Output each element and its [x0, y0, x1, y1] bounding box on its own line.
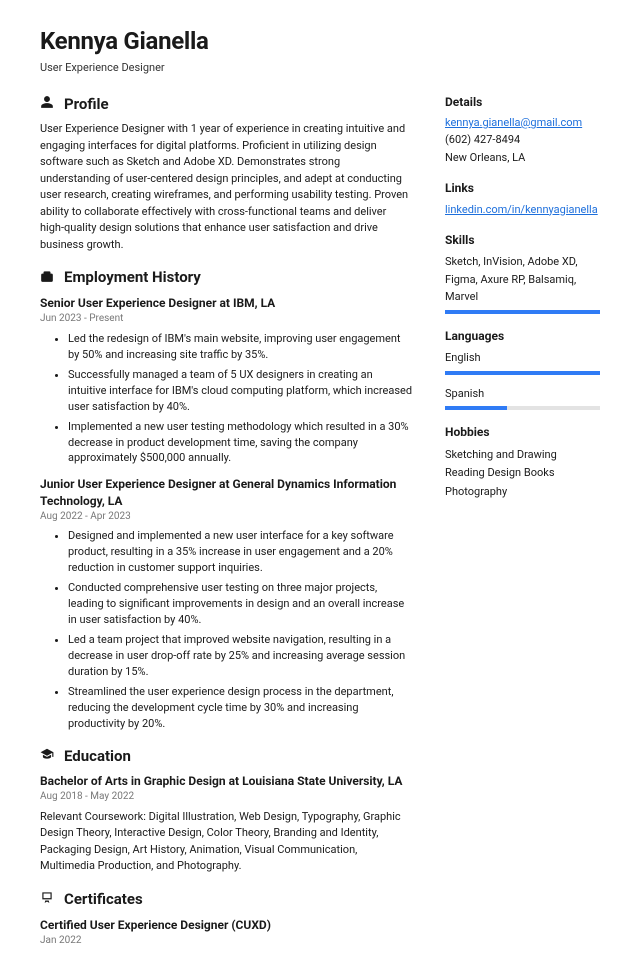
- job-dates: Jun 2023 - Present: [40, 312, 413, 327]
- profile-text: User Experience Designer with 1 year of …: [40, 121, 413, 253]
- job-title: Junior User Experience Designer at Gener…: [40, 476, 413, 508]
- degree-title: Bachelor of Arts in Graphic Design at Lo…: [40, 773, 413, 789]
- language-bar-fill: [445, 406, 507, 410]
- skills-heading: Skills: [445, 232, 600, 249]
- language-bar: [445, 371, 600, 375]
- education-heading: Education: [64, 746, 131, 768]
- person-name: Kennya Gianella: [40, 24, 600, 59]
- details-section: Details kennya.gianella@gmail.com (602) …: [445, 94, 600, 167]
- degree-dates: Aug 2018 - May 2022: [40, 790, 413, 805]
- languages-section: Languages English Spanish: [445, 328, 600, 411]
- job-bullet: Implemented a new user testing methodolo…: [68, 419, 413, 467]
- email-link[interactable]: kennya.gianella@gmail.com: [445, 116, 582, 129]
- certificate-dates: Jan 2022: [40, 934, 413, 949]
- languages-heading: Languages: [445, 328, 600, 345]
- phone-text: (602) 427-8494: [445, 131, 600, 149]
- language-bar-fill: [445, 371, 600, 375]
- language-bar: [445, 406, 600, 410]
- profile-heading: Profile: [64, 94, 109, 116]
- language-item: Spanish: [445, 385, 600, 411]
- hobby-item: Photography: [445, 483, 600, 502]
- certificate-name: Certified User Experience Designer (CUXD…: [40, 917, 413, 933]
- job-dates: Aug 2022 - Apr 2023: [40, 510, 413, 525]
- skills-text: Sketch, InVision, Adobe XD, Figma, Axure…: [445, 253, 600, 306]
- job-bullet: Designed and implemented a new user inte…: [68, 528, 413, 576]
- person-title: User Experience Designer: [40, 60, 600, 76]
- skills-bar: [445, 310, 600, 314]
- certificate-icon: [40, 890, 54, 909]
- language-name: English: [445, 349, 600, 367]
- graduation-cap-icon: [40, 747, 54, 766]
- certificates-heading: Certificates: [64, 889, 143, 911]
- hobbies-section: Hobbies Sketching and DrawingReading Des…: [445, 424, 600, 501]
- job-bullet: Led the redesign of IBM's main website, …: [68, 331, 413, 363]
- job-entry: Senior User Experience Designer at IBM, …: [40, 295, 413, 466]
- details-heading: Details: [445, 94, 600, 111]
- job-bullet: Conducted comprehensive user testing on …: [68, 580, 413, 628]
- job-bullets: Designed and implemented a new user inte…: [40, 528, 413, 731]
- linkedin-link[interactable]: linkedin.com/in/kennyagianella: [445, 203, 598, 216]
- employment-heading: Employment History: [64, 267, 201, 289]
- hobby-item: Reading Design Books: [445, 464, 600, 483]
- hobbies-heading: Hobbies: [445, 424, 600, 441]
- hobby-item: Sketching and Drawing: [445, 446, 600, 465]
- job-title: Senior User Experience Designer at IBM, …: [40, 295, 413, 311]
- language-item: English: [445, 349, 600, 375]
- job-entry: Junior User Experience Designer at Gener…: [40, 476, 413, 731]
- job-bullet: Led a team project that improved website…: [68, 632, 413, 680]
- degree-desc: Relevant Coursework: Digital Illustratio…: [40, 809, 413, 875]
- briefcase-icon: [40, 269, 54, 288]
- employment-section: Employment History Senior User Experienc…: [40, 267, 413, 731]
- links-heading: Links: [445, 180, 600, 197]
- job-bullet: Successfully managed a team of 5 UX desi…: [68, 367, 413, 415]
- skills-section: Skills Sketch, InVision, Adobe XD, Figma…: [445, 232, 600, 314]
- job-bullets: Led the redesign of IBM's main website, …: [40, 331, 413, 467]
- skills-bar-fill: [445, 310, 600, 314]
- person-icon: [40, 95, 54, 114]
- language-name: Spanish: [445, 385, 600, 403]
- profile-section: Profile User Experience Designer with 1 …: [40, 94, 413, 254]
- location-text: New Orleans, LA: [445, 149, 600, 167]
- job-bullet: Streamlined the user experience design p…: [68, 684, 413, 732]
- certificates-section: Certificates Certified User Experience D…: [40, 889, 413, 948]
- links-section: Links linkedin.com/in/kennyagianella: [445, 180, 600, 217]
- education-section: Education Bachelor of Arts in Graphic De…: [40, 746, 413, 875]
